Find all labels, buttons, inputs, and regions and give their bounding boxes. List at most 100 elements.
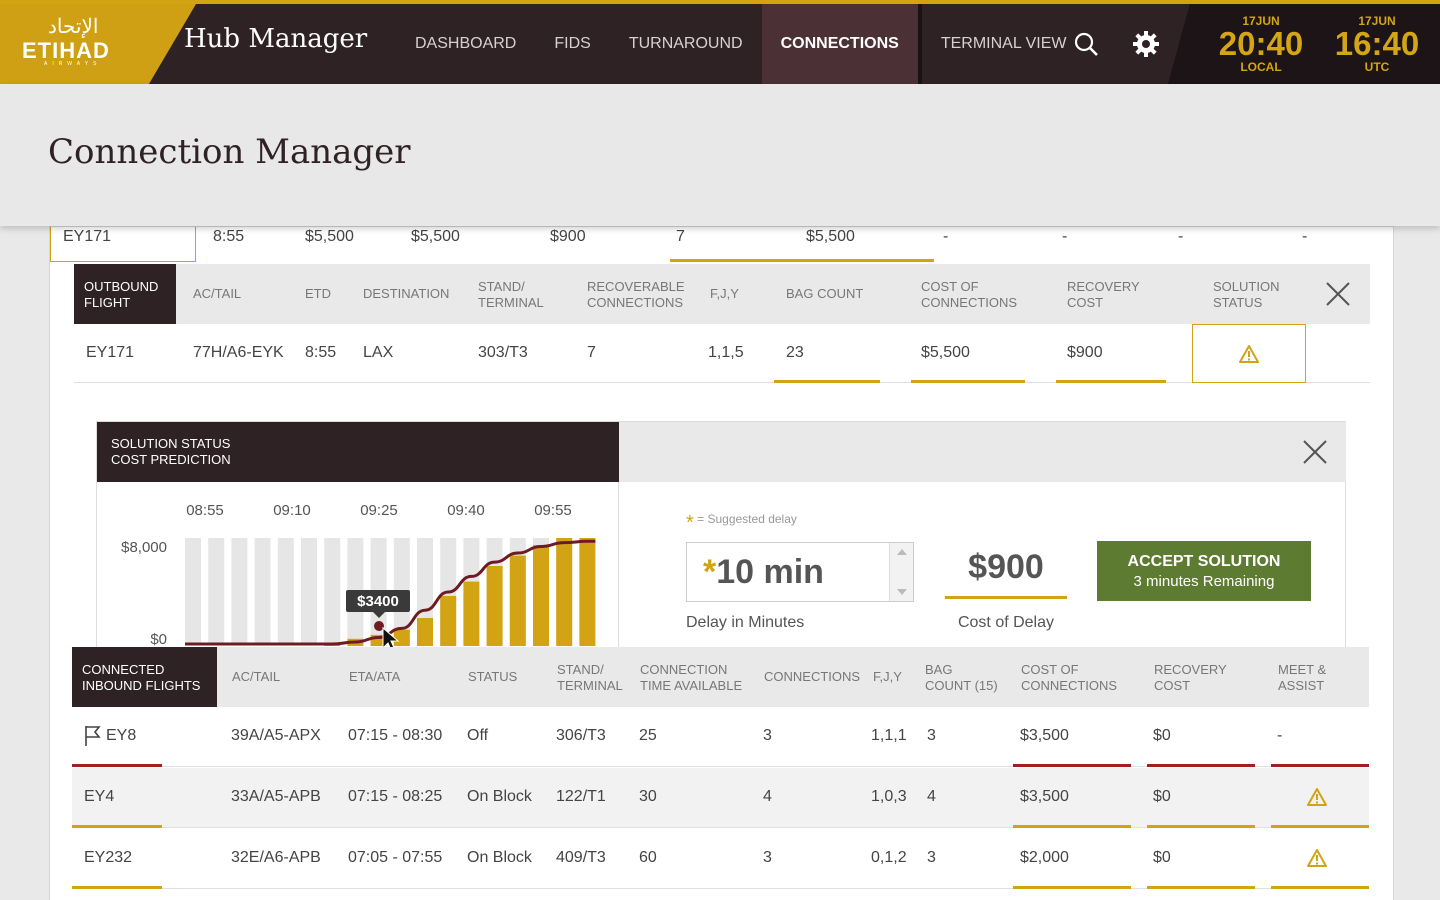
search-icon[interactable] (1068, 26, 1104, 62)
cost-of-delay-value: $900 (968, 548, 1044, 586)
outbound-label: OUTBOUND FLIGHT (74, 264, 176, 324)
inbound-row[interactable]: EY8 39A/A5-APX 07:15 - 08:30 Off 306/T3 25 3 1,… (72, 707, 1369, 767)
inbound-tail: 32E/A6-APB (231, 849, 321, 866)
outbound-label-line1: OUTBOUND (84, 279, 159, 294)
flight-underline (72, 825, 162, 828)
inbound-row[interactable]: EY232 32E/A6-APB 07:05 - 07:55 On Block 409/… (72, 829, 1369, 889)
flight-underline (72, 886, 162, 889)
cost-underline (1013, 886, 1131, 889)
inbound-flight: EY232 (84, 849, 133, 866)
chart-bar-bg (231, 538, 248, 645)
outbound-label-line2: FLIGHT (84, 295, 131, 310)
accept-sub: 3 minutes Remaining (1133, 573, 1275, 590)
inbound-fjy: 1,1,1 (871, 727, 907, 744)
inbound-status: Off (467, 727, 489, 744)
summary-dash-4: - (1302, 228, 1308, 245)
inbound-recovery: $0 (1153, 727, 1171, 744)
th-stand-1: STAND/ (478, 279, 525, 294)
ith-bag-count-1: BAG (925, 662, 953, 677)
ith-eta: ETA/ATA (349, 669, 401, 684)
inbound-recovery: $0 (1153, 788, 1171, 805)
outbound-recoverable: 7 (587, 344, 596, 361)
page-title: Connection Manager (48, 132, 411, 172)
inbound-row[interactable]: EY4 33A/A5-APB 07:15 - 08:25 On Block 122/T1… (72, 768, 1369, 828)
warning-icon[interactable] (1306, 848, 1328, 873)
stepper-down-icon[interactable] (897, 589, 907, 595)
stepper-up-icon[interactable] (897, 549, 907, 555)
page-header: Connection Manager (0, 84, 1440, 226)
etihad-logo[interactable]: الإتحاد ETIHAD AIRWAYS (0, 4, 196, 84)
cost-prediction-chart[interactable]: 08:55 09:10 09:25 09:40 09:55 $8,000 $0 $3400 (97, 482, 619, 662)
inbound-connections: 4 (763, 788, 772, 805)
nav-terminal-view[interactable]: TERMINAL VIEW (922, 4, 1086, 84)
th-cost-connections: COST OF CONNECTIONS (921, 279, 1017, 311)
flag-icon[interactable] (84, 725, 102, 752)
chart-bar-bg (185, 538, 201, 645)
outbound-destination: LAX (363, 344, 394, 361)
nav-fids[interactable]: FIDS (535, 4, 609, 84)
summary-etd: 8:55 (213, 228, 245, 245)
th-destination: DESTINATION (363, 286, 450, 301)
chart-x-tick: 09:25 (360, 502, 398, 519)
chart-x-tick: 08:55 (186, 502, 224, 519)
nav-connections[interactable]: CONNECTIONS (761, 4, 918, 84)
prediction-title: SOLUTION STATUS COST PREDICTION (97, 422, 619, 482)
inbound-connections: 3 (763, 849, 772, 866)
close-icon[interactable] (1324, 280, 1352, 308)
inbound-status: On Block (467, 849, 532, 866)
summary-flight[interactable]: EY171 (50, 227, 196, 262)
summary-row[interactable]: EY171 8:55 $5,500 $5,500 $900 7 $5,500 -… (50, 227, 1395, 265)
chart-bar (393, 629, 410, 646)
chart-bar-bg (301, 538, 317, 645)
chart-bar-bg (277, 538, 294, 645)
summary-dash-3: - (1178, 228, 1184, 245)
th-solution-status-1: SOLUTION (1213, 279, 1280, 294)
warning-icon[interactable] (1306, 787, 1328, 812)
ith-connection-time-2: TIME AVAILABLE (640, 678, 743, 693)
clock-panel: 17JUN 20:40 LOCAL 17JUN 16:40 UTC (1168, 4, 1440, 84)
solution-status-button[interactable] (1192, 324, 1306, 383)
delay-star: * (703, 553, 717, 591)
inbound-fjy: 0,1,2 (871, 849, 907, 866)
th-actail: AC/TAIL (193, 286, 242, 301)
inbound-tail: 39A/A5-APX (231, 727, 321, 744)
recovery-underline (1147, 825, 1255, 828)
bags-underline (774, 380, 880, 383)
summary-dash-2: - (1062, 228, 1068, 245)
outbound-header: OUTBOUND FLIGHT AC/TAIL ETD DESTINATION … (74, 264, 1370, 324)
chart-bar (509, 555, 526, 646)
suggest-text: = Suggested delay (697, 512, 797, 526)
inbound-bags: 4 (927, 788, 936, 805)
gear-icon[interactable] (1128, 26, 1164, 62)
stepper-controls (889, 543, 913, 601)
th-solution-status-2: STATUS (1213, 295, 1263, 310)
recovery-underline (1056, 380, 1166, 383)
warning-icon (1239, 344, 1259, 363)
top-bar: الإتحاد ETIHAD AIRWAYS Hub Manager DASHB… (0, 0, 1440, 84)
summary-recovery: $900 (550, 228, 586, 245)
inbound-stand: 122/T1 (556, 788, 606, 805)
delay-stepper[interactable]: *10 min (686, 542, 914, 602)
suggest-star: * (686, 512, 694, 534)
chart-y-tick-min: $0 (150, 631, 167, 648)
outbound-row[interactable]: EY171 77H/A6-EYK 8:55 LAX 303/T3 7 1,1,5… (74, 324, 1370, 383)
th-cost-connections-2: CONNECTIONS (921, 295, 1018, 310)
chart-x-tick: 09:55 (534, 502, 572, 519)
nav-turnaround[interactable]: TURNAROUND (610, 4, 762, 84)
nav-dashboard[interactable]: DASHBOARD (396, 4, 535, 84)
ith-connection-time: CONNECTION TIME AVAILABLE (640, 662, 742, 694)
accept-solution-button[interactable]: ACCEPT SOLUTION 3 minutes Remaining (1097, 541, 1311, 601)
ith-meet-assist: MEET & ASSIST (1278, 662, 1326, 694)
inbound-bags: 3 (927, 727, 936, 744)
assist-underline (1271, 825, 1369, 828)
cost-underline (1013, 825, 1131, 828)
inbound-bags: 3 (927, 849, 936, 866)
local-zone: LOCAL (1240, 60, 1282, 74)
ith-cost-connections-2: CONNECTIONS (1021, 678, 1118, 693)
chart-bar (417, 618, 433, 646)
outbound-stand: 303/T3 (478, 344, 528, 361)
close-prediction-icon[interactable] (1301, 438, 1329, 466)
accept-label: ACCEPT SOLUTION (1127, 553, 1281, 570)
delay-value: *10 min (703, 553, 824, 592)
inbound-status: On Block (467, 788, 532, 805)
